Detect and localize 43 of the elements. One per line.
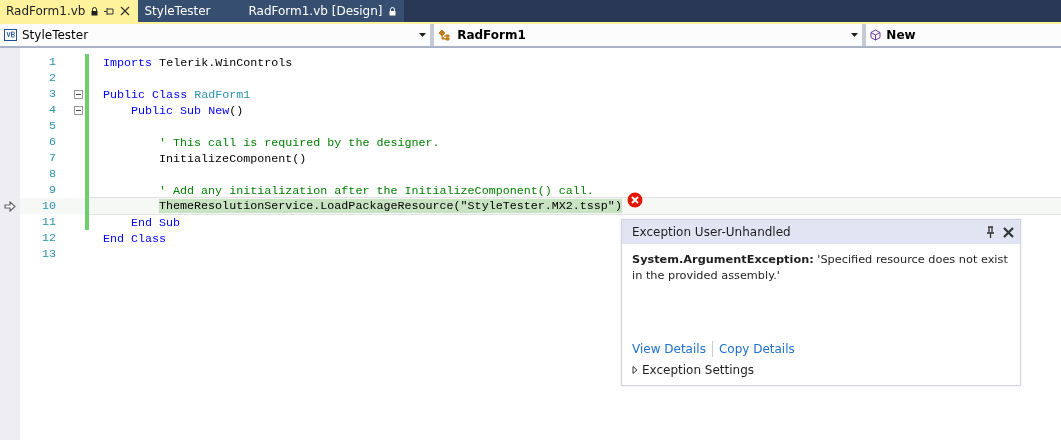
code-line: Public Sub New() <box>131 104 244 118</box>
line-number: 8 <box>48 166 56 182</box>
line-number: 3 <box>48 86 56 102</box>
vb-file-icon <box>4 29 17 41</box>
line-number: 10 <box>40 198 56 214</box>
line-number: 11 <box>40 214 56 230</box>
code-line: End Sub <box>131 216 181 230</box>
line-number: 4 <box>48 102 56 118</box>
collapse-icon[interactable] <box>74 89 83 99</box>
code-line: End Class <box>103 232 167 246</box>
code-line: Public Class RadForm1 <box>103 88 251 102</box>
error-icon <box>627 192 643 208</box>
dropdown-arrow-icon <box>851 33 859 37</box>
code-line: ' Add any initialization after the InitializeComponent() call. <box>159 184 594 198</box>
line-number: 9 <box>48 182 56 198</box>
exception-message: System.ArgumentException: 'Specified resource does not exist in the provided assembly.' <box>632 253 1008 282</box>
popup-title: Exception User-Unhandled <box>632 225 791 239</box>
close-icon[interactable] <box>120 6 131 16</box>
member-dropdown[interactable]: New <box>866 24 1061 46</box>
details-link[interactable]: Copy Details <box>718 342 795 356</box>
line-number: 1 <box>48 54 56 70</box>
pin-icon[interactable] <box>986 226 995 238</box>
document-tab[interactable]: RadForm1.vb [Design] <box>242 0 404 22</box>
code-line: Imports Telerik.WinControls <box>103 56 293 70</box>
line-number: 7 <box>48 150 56 166</box>
line-number: 2 <box>48 70 56 86</box>
cube-icon <box>870 29 882 41</box>
exception-settings-toggle[interactable]: Exception Settings <box>622 357 1020 385</box>
code-line: InitializeComponent() <box>159 152 307 166</box>
dropdown-arrow-icon <box>419 33 427 37</box>
expand-triangle-icon <box>632 366 638 374</box>
line-number: 6 <box>48 134 56 150</box>
code-line: ' This call is required by the designer. <box>159 136 440 150</box>
line-number: 13 <box>40 246 56 262</box>
close-icon[interactable] <box>1003 226 1014 238</box>
document-tab[interactable]: RadForm1.vb <box>0 0 139 22</box>
document-tab[interactable]: StyleTester <box>138 0 243 22</box>
collapse-icon[interactable] <box>74 105 83 115</box>
details-link[interactable]: View Details <box>632 342 706 356</box>
line-number: 12 <box>40 230 56 246</box>
pin-icon[interactable] <box>104 6 115 16</box>
class-icon <box>438 29 453 41</box>
line-number: 5 <box>48 118 56 134</box>
